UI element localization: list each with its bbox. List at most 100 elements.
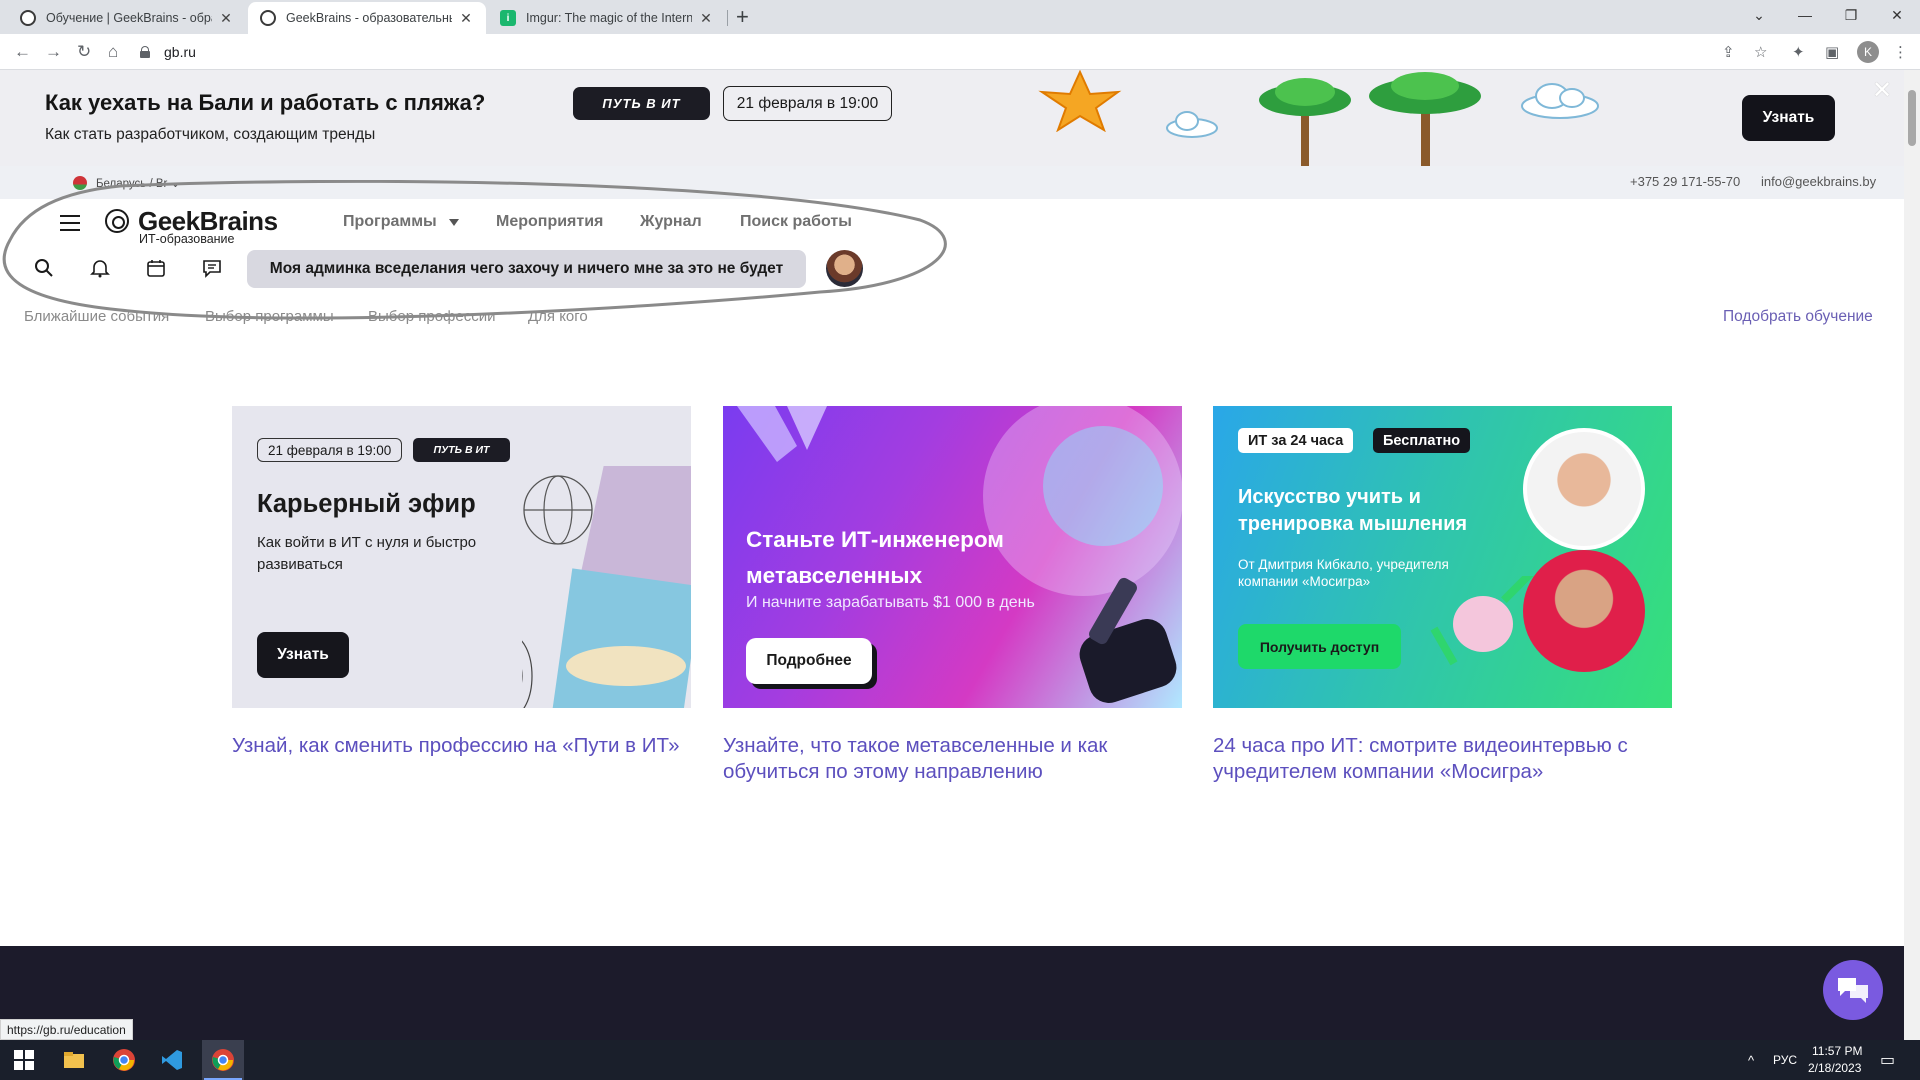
card-text: Как войти в ИТ с нуля и быстро развивать… [257,534,477,573]
cloud-icon [1166,111,1218,138]
minimize-icon[interactable]: — [1782,0,1828,30]
extensions-icon[interactable]: ✦ [1792,43,1805,61]
put-v-it-logo: ПУТЬ В ИТ [413,438,510,462]
close-tab-icon[interactable]: ✕ [458,10,474,27]
new-tab-icon[interactable]: + [736,4,749,30]
chrome-icon[interactable] [112,1048,136,1072]
chat-widget-button[interactable] [1823,960,1883,1020]
browser-tab-bar: Обучение | GeekBrains - образо ✕ GeekBra… [0,0,1920,34]
clock-date[interactable]: 2/18/2023 [1808,1061,1861,1075]
chevron-down-icon[interactable] [449,219,459,226]
card-heading: Карьерный эфир [257,490,476,518]
menu-journal[interactable]: Журнал [640,213,702,231]
subnav-programs[interactable]: Выбор программы [205,308,334,325]
card-heading: Станьте ИТ-инженером метавселенных [746,527,1004,588]
url-text: gb.ru [164,44,196,60]
close-window-icon[interactable]: ✕ [1874,0,1920,30]
phone-link[interactable]: +375 29 171-55-70 [1630,174,1740,189]
email-link[interactable]: info@geekbrains.by [1761,174,1876,189]
imgur-favicon-icon: i [500,10,516,26]
card-text: И начните зарабатывать $1 000 в день [746,594,1035,611]
card-get-access-button[interactable]: Получить доступ [1238,624,1401,669]
language-indicator[interactable]: РУС [1773,1053,1797,1067]
url-field[interactable]: gb.ru [140,38,1740,66]
cloud-icon [1521,83,1599,119]
promo-card-mosigra[interactable]: ИТ за 24 часа Бесплатно Искусство учить … [1213,406,1672,708]
windows-start-icon[interactable] [12,1048,36,1072]
clock-time[interactable]: 11:57 PM [1812,1044,1862,1058]
card-tag-free: Бесплатно [1373,428,1471,453]
promo-card-career[interactable]: 21 февраля в 19:00 ПУТЬ В ИТ Карьерный э… [232,406,691,708]
chevron-decor-icon [737,406,827,462]
vr-headset-illustration [1079,577,1177,703]
put-v-it-logo: ПУТЬ В ИТ [573,87,710,120]
card-learn-button[interactable]: Узнать [257,632,349,678]
file-explorer-icon[interactable] [62,1048,86,1072]
calendar-icon[interactable] [146,258,166,278]
tab-search-icon[interactable]: ⌄ [1736,0,1782,30]
chrome-active-icon[interactable] [211,1048,235,1072]
menu-job-search[interactable]: Поиск работы [740,213,852,231]
subnav-events[interactable]: Ближайшие события [24,308,169,325]
home-icon[interactable]: ⌂ [108,42,118,62]
vertical-scrollbar[interactable] [1904,70,1920,1040]
promo-learn-button[interactable]: Узнать [1742,95,1835,141]
tab-title: Imgur: The magic of the Internet [526,11,692,25]
subnav-profession[interactable]: Выбор профессии [368,308,495,325]
tab-obuchenie[interactable]: Обучение | GeekBrains - образо ✕ [8,2,246,34]
palm-tree-icon [1369,72,1481,166]
share-icon[interactable]: ⇪ [1722,43,1735,61]
close-tab-icon[interactable]: ✕ [218,10,234,27]
starfish-icon [1038,70,1122,132]
bell-icon[interactable] [90,258,110,278]
pick-education-link[interactable]: Подобрать обучение [1723,308,1873,326]
side-panel-icon[interactable]: ▣ [1825,43,1839,61]
close-tab-icon[interactable]: ✕ [698,10,714,27]
forward-icon[interactable]: → [45,42,62,62]
search-icon[interactable] [34,258,54,278]
menu-programs[interactable]: Программы [343,213,437,231]
card-details-button[interactable]: Подробнее [746,638,872,684]
region-strip: Беларусь / Br ⌄ +375 29 171-55-70 info@g… [0,166,1904,199]
card-caption-link[interactable]: Узнай, как сменить профессию на «Пути в … [232,733,691,759]
tab-separator [727,10,728,26]
back-icon[interactable]: ← [14,42,31,62]
notifications-icon[interactable]: ▭ [1880,1050,1895,1070]
status-bar-url: https://gb.ru/education [0,1019,133,1040]
card-caption-link[interactable]: Узнайте, что такое метавселенные и как о… [723,733,1182,785]
region-selector[interactable]: Беларусь / Br ⌄ [96,176,180,190]
tab-imgur[interactable]: i Imgur: The magic of the Internet ✕ [488,2,726,34]
close-banner-icon[interactable]: ✕ [1872,76,1892,105]
vscode-icon[interactable] [160,1048,184,1072]
promo-title: Как уехать на Бали и работать с пляжа? [45,90,486,115]
user-avatar[interactable] [826,250,863,287]
footer-dark-section [0,946,1904,1040]
windows-taskbar: ^ РУС 11:57 PM 2/18/2023 ▭ [0,1040,1920,1080]
geekbrains-logo-icon[interactable] [105,209,129,233]
reload-icon[interactable]: ↻ [77,42,91,62]
logo-subtitle: ИТ-образование [139,232,235,246]
menu-events[interactable]: Мероприятия [496,213,603,231]
browser-menu-icon[interactable]: ⋮ [1893,43,1908,61]
lock-icon [140,46,150,58]
hamburger-menu-icon[interactable] [60,215,80,231]
tray-chevron-icon[interactable]: ^ [1748,1053,1754,1068]
geekbrains-favicon-icon [20,10,36,26]
region-label: Беларусь / Br [96,178,168,190]
promo-subtitle: Как стать разработчиком, создающим тренд… [45,126,376,143]
custom-motto-field[interactable]: Моя админка вседелания чего захочу и нич… [247,250,806,288]
messages-icon[interactable] [202,258,222,278]
promo-date-badge: 21 февраля в 19:00 [723,86,892,121]
card-caption-link[interactable]: 24 часа про ИТ: смотрите видеоинтервью с… [1213,733,1672,785]
scrollbar-thumb[interactable] [1908,90,1916,146]
bookmark-star-icon[interactable]: ☆ [1754,43,1767,61]
tab-geekbrains[interactable]: GeekBrains - образовательный ✕ [248,2,486,34]
profile-avatar[interactable]: K [1857,41,1879,63]
subnav-for-whom[interactable]: Для кого [528,308,588,325]
address-bar: ← → ↻ ⌂ gb.ru ⇪ ☆ ✦ ▣ ⋮ [0,34,1920,70]
geekbrains-favicon-icon [260,10,276,26]
restore-icon[interactable]: ❐ [1828,0,1874,30]
tab-title: GeekBrains - образовательный [286,11,452,25]
speaker-photo [1523,428,1645,550]
promo-card-metaverse[interactable]: Станьте ИТ-инженером метавселенных И нач… [723,406,1182,708]
